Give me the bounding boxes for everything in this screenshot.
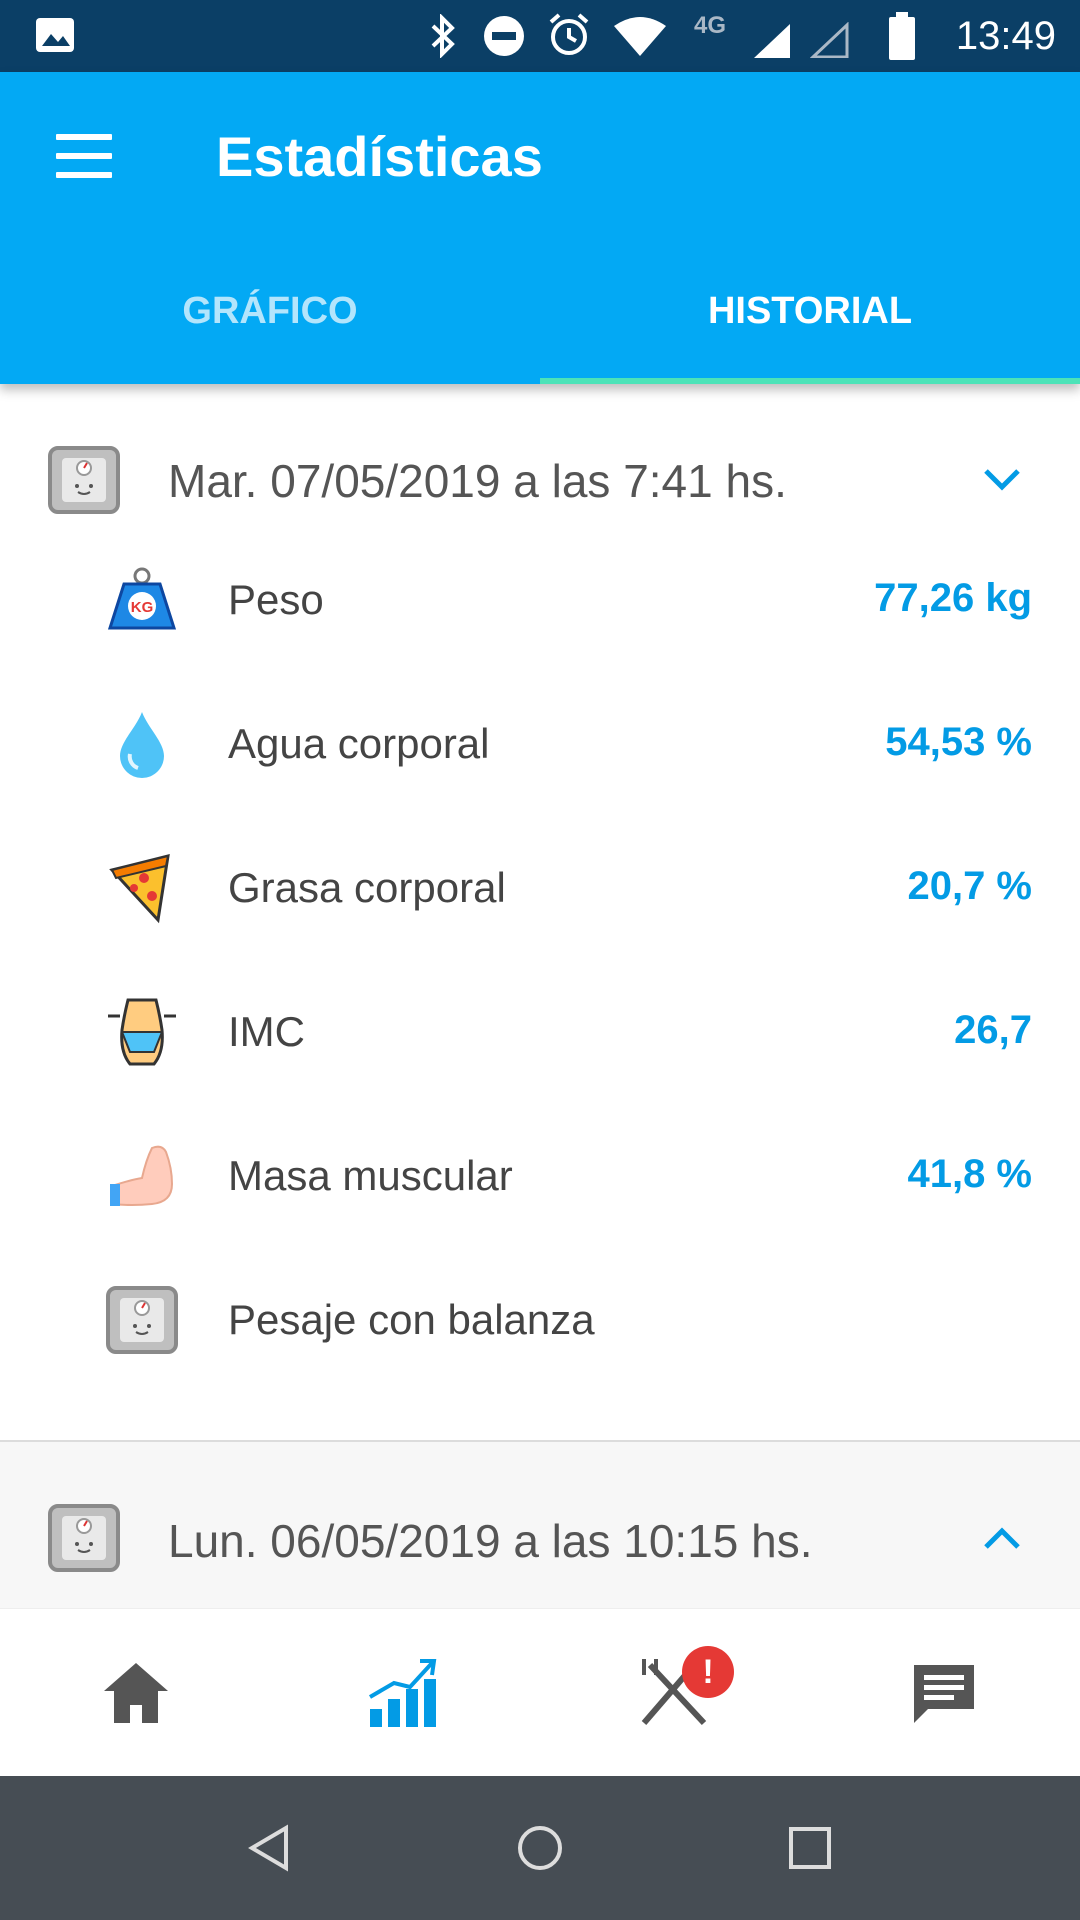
list-item-agua: Agua corporal 54,53 %: [0, 672, 1080, 816]
tab-historial[interactable]: HISTORIAL: [540, 290, 1080, 333]
alarm-icon: [549, 13, 589, 55]
svg-text:KG: KG: [131, 599, 154, 616]
back-icon[interactable]: [246, 1824, 294, 1872]
row-label: Agua corporal: [228, 720, 490, 767]
image-notification-icon: [36, 18, 74, 52]
home-circle-icon[interactable]: [516, 1824, 564, 1872]
row-label: Grasa corporal: [228, 864, 506, 911]
row-label: Peso: [228, 576, 324, 623]
pizza-slice-icon: [109, 853, 170, 924]
row-label: IMC: [228, 1008, 305, 1055]
list-item-grasa: Grasa corporal 20,7 %: [0, 816, 1080, 960]
chat-icon[interactable]: [904, 1653, 984, 1733]
scale-icon: [48, 446, 120, 514]
row-label: Pesaje con balanza: [228, 1296, 595, 1343]
row-label: Masa muscular: [228, 1152, 513, 1199]
list-item-peso: KG Peso 77,26 kg: [0, 528, 1080, 672]
entry-date: Mar. 07/05/2019 a las 7:41 hs.: [168, 455, 787, 507]
list-item-pesaje: Pesaje con balanza: [0, 1248, 1080, 1392]
notification-badge: !: [682, 1646, 734, 1698]
history-list: Mar. 07/05/2019 a las 7:41 hs. KG Peso 7…: [0, 384, 1080, 1608]
wifi-icon: [614, 17, 666, 56]
entry-header[interactable]: Lun. 06/05/2019 a las 10:15 hs.: [0, 1442, 1080, 1608]
flexed-arm-icon: [110, 1145, 174, 1206]
row-value: 77,26 kg: [874, 576, 1032, 620]
row-value: 54,53 %: [885, 720, 1032, 764]
recents-icon[interactable]: [786, 1824, 834, 1872]
network-type-label: 4G: [694, 12, 727, 39]
chevron-up-icon[interactable]: [982, 1526, 1022, 1552]
signal-empty-icon: [810, 22, 849, 58]
do-not-disturb-icon: [484, 16, 524, 56]
tab-grafico[interactable]: GRÁFICO: [0, 290, 540, 333]
scale-icon: [48, 1504, 120, 1572]
weight-kg-icon: KG: [107, 567, 177, 630]
water-drop-icon: [120, 712, 164, 778]
row-value: 26,7: [954, 1008, 1032, 1052]
scale-icon: [106, 1286, 178, 1354]
entry-header[interactable]: Mar. 07/05/2019 a las 7:41 hs.: [0, 384, 1080, 534]
system-navigation-bar: [0, 1776, 1080, 1920]
tab-indicator: [540, 378, 1080, 384]
bluetooth-icon: [431, 14, 455, 58]
bottom-navigation: [0, 1608, 1080, 1777]
hamburger-icon[interactable]: [56, 134, 112, 178]
status-bar: 4G 13:49: [0, 0, 1080, 72]
row-value: 41,8 %: [907, 1152, 1032, 1196]
signal-icon: [754, 24, 790, 58]
list-item-masa: Masa muscular 41,8 %: [0, 1104, 1080, 1248]
waist-icon: [108, 998, 176, 1066]
chevron-down-icon[interactable]: [982, 466, 1022, 492]
app-bar: Estadísticas GRÁFICO HISTORIAL: [0, 72, 1080, 384]
home-icon[interactable]: [96, 1653, 176, 1733]
list-item-imc: IMC 26,7: [0, 960, 1080, 1104]
entry-date: Lun. 06/05/2019 a las 10:15 hs.: [168, 1515, 813, 1567]
clock: 13:49: [955, 14, 1056, 58]
row-value: 20,7 %: [907, 864, 1032, 908]
battery-icon: [889, 12, 915, 60]
stats-chart-icon[interactable]: [364, 1653, 444, 1733]
page-title: Estadísticas: [216, 125, 543, 188]
